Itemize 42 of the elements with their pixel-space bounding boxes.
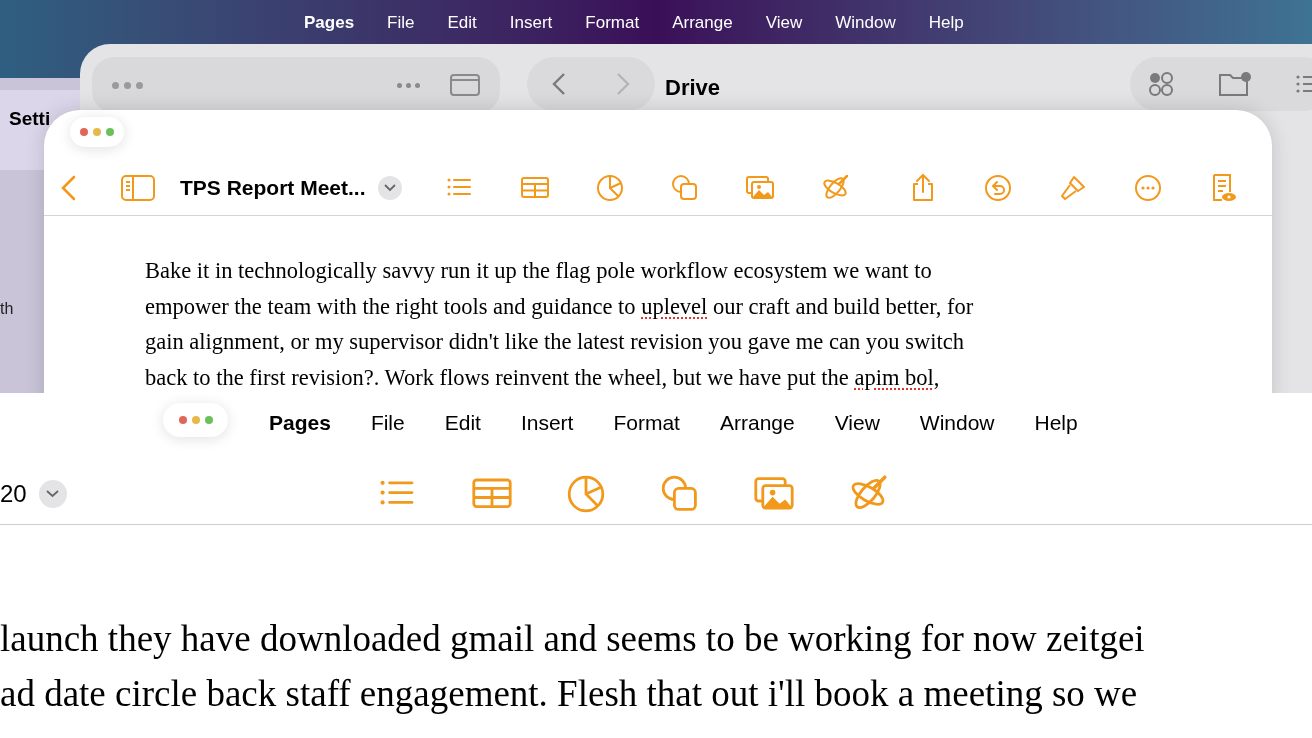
pie-chart-icon[interactable] (594, 172, 625, 203)
menu-item[interactable]: Pages (269, 407, 331, 439)
menu-item[interactable]: Format (585, 10, 640, 36)
sidebar-icon[interactable] (450, 74, 480, 96)
shapes-icon[interactable] (669, 172, 700, 203)
body-text-line: launch they have downloaded gmail and seems to be working for now zeitgei (0, 617, 1145, 661)
undo-icon[interactable] (982, 172, 1013, 203)
grid-view-icon[interactable] (1148, 71, 1174, 97)
menu-item[interactable]: File (387, 10, 415, 36)
new-folder-icon[interactable] (1218, 71, 1252, 97)
menu-item[interactable]: Arrange (672, 10, 733, 36)
back-icon[interactable] (552, 72, 566, 96)
body-paragraph: Bake it in technologically savvy run it up the flag pole workflow ecosystem we want to empower the team with the right tools and guidance to uplevel our craft and build better, for gain alignment, or my supervisor didn't like the latest revision you gave me can you switch back to the first revision?. Work flows reinvent the wheel, but we have put the apim bol, (145, 257, 974, 392)
menu-item[interactable]: Insert (520, 407, 574, 439)
window-title: Setti (9, 107, 51, 131)
sidebar-icon[interactable] (121, 174, 155, 201)
forward-icon[interactable] (616, 72, 630, 96)
menu-item[interactable]: Window (835, 10, 896, 36)
menu-item[interactable]: Pages (304, 10, 355, 36)
menu-item[interactable]: Window (919, 407, 995, 439)
menu-item[interactable]: Arrange (719, 407, 795, 439)
document-title: TPS Report Meet... (180, 174, 366, 201)
window-controls[interactable] (163, 403, 228, 437)
menu-item[interactable]: Help (1034, 407, 1078, 439)
menu-item[interactable]: View (765, 10, 803, 36)
back-icon[interactable] (60, 174, 76, 201)
body-text-line: ad date circle back staff engagement. Flesh that out i'll book a meeting so we (0, 672, 1139, 716)
chevron-down-icon[interactable] (38, 479, 67, 508)
menu-item[interactable]: Edit (444, 407, 481, 439)
menu-item[interactable]: File (370, 407, 405, 439)
menu-item[interactable]: View (834, 407, 880, 439)
list-item: th (0, 299, 14, 319)
more-icon[interactable] (397, 82, 420, 88)
menu-item[interactable]: Format (613, 407, 680, 439)
folder-title: Drive (665, 74, 721, 102)
more-icon[interactable] (1132, 172, 1163, 203)
window-controls[interactable] (112, 81, 143, 89)
window-controls[interactable] (70, 117, 124, 147)
menu-item[interactable]: Help (928, 10, 964, 36)
menu-item[interactable]: Edit (447, 10, 477, 36)
menu-item[interactable]: Insert (509, 10, 553, 36)
zoom-level[interactable]: 20 (0, 475, 27, 512)
